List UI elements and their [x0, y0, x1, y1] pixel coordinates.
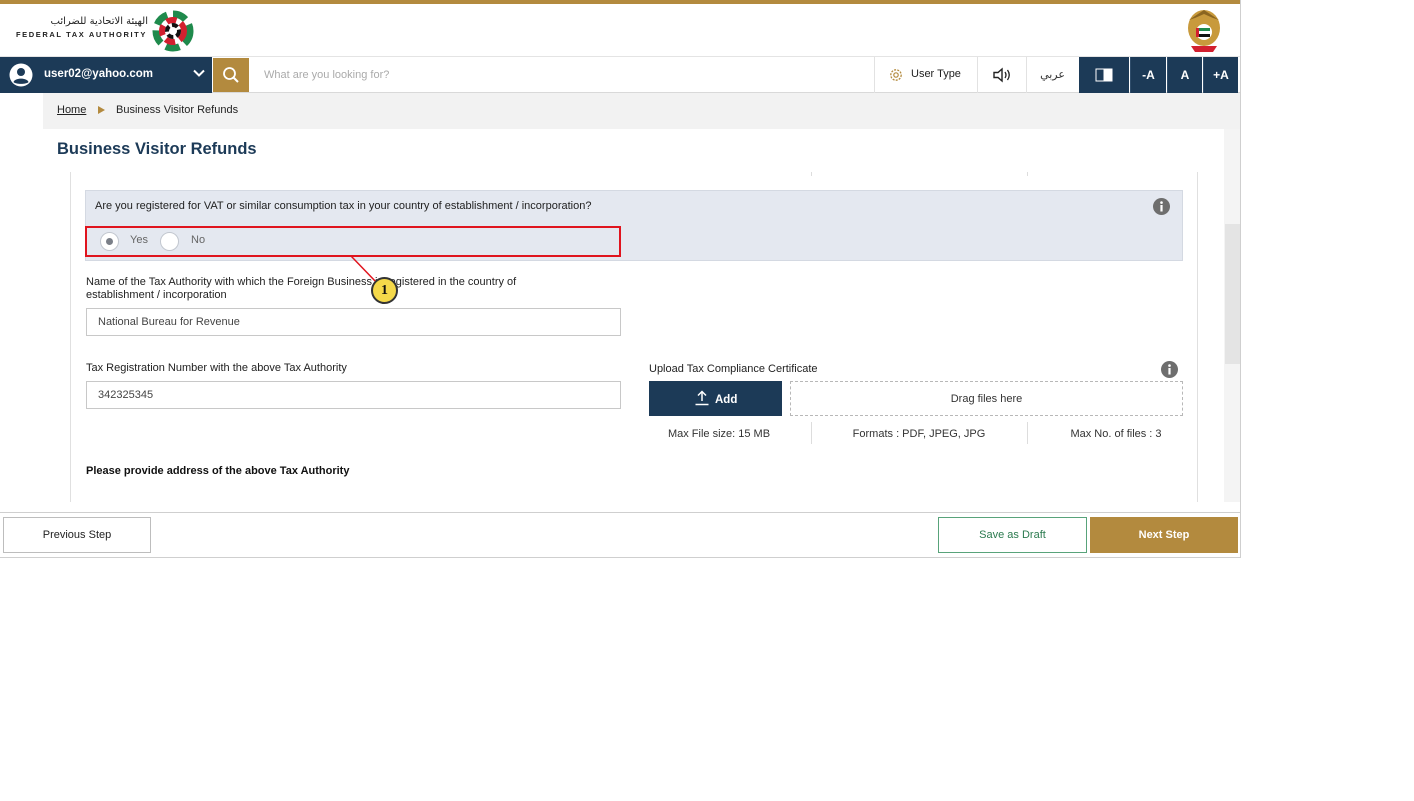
info-icon[interactable] [1161, 361, 1178, 378]
divider [811, 422, 812, 444]
fta-logo-icon[interactable] [150, 8, 196, 54]
annotation-highlight-box [85, 226, 621, 257]
tax-authority-name-input[interactable] [86, 308, 621, 336]
breadcrumb-current: Business Visitor Refunds [116, 104, 239, 116]
vat-question-text: Are you registered for VAT or similar co… [95, 200, 592, 212]
logo-header: الهيئة الاتحادية للضرائب FEDERAL TAX AUT… [0, 4, 1240, 57]
top-nav-bar: user02@yahoo.com User Type [0, 57, 1240, 93]
font-decrease-button[interactable]: -A [1130, 57, 1166, 93]
page-title: Business Visitor Refunds [57, 140, 257, 158]
chevron-down-icon[interactable] [192, 66, 206, 80]
info-icon[interactable] [1153, 198, 1170, 215]
allowed-formats: Formats : PDF, JPEG, JPG [852, 428, 986, 440]
logo-arabic-text: الهيئة الاتحادية للضرائب [50, 16, 148, 27]
contrast-icon [1095, 68, 1113, 82]
save-draft-button[interactable]: Save as Draft [938, 517, 1087, 553]
scrollbar-thumb[interactable] [1225, 224, 1240, 364]
search-icon [223, 67, 239, 83]
trn-input[interactable] [86, 381, 621, 409]
uae-emblem-icon [1188, 10, 1220, 52]
user-account-menu[interactable]: user02@yahoo.com [0, 57, 212, 93]
max-file-size: Max File size: 15 MB [667, 428, 771, 440]
breadcrumb-separator-icon [98, 106, 105, 114]
add-button-label: Add [715, 394, 738, 406]
next-step-button[interactable]: Next Step [1090, 517, 1238, 553]
address-section-heading: Please provide address of the above Tax … [86, 465, 350, 477]
divider [1027, 422, 1028, 444]
divider [811, 172, 812, 176]
user-avatar-icon [9, 63, 33, 87]
user-type-selector[interactable]: User Type [874, 57, 976, 93]
annotation-callout-badge: 1 [371, 277, 398, 304]
tax-authority-label: Name of the Tax Authority with which the… [86, 276, 517, 301]
fta-logo-text[interactable]: الهيئة الاتحادية للضرائب FEDERAL TAX AUT… [16, 16, 148, 39]
trn-label: Tax Registration Number with the above T… [86, 362, 347, 374]
speaker-icon [993, 67, 1010, 83]
upload-icon [695, 390, 709, 406]
font-normal-button[interactable]: A [1167, 57, 1202, 93]
form-footer: Previous Step Save as Draft Next Step [0, 512, 1240, 557]
upload-certificate-label: Upload Tax Compliance Certificate [649, 363, 818, 375]
previous-step-button[interactable]: Previous Step [3, 517, 151, 553]
contrast-toggle[interactable] [1079, 57, 1129, 93]
add-file-button[interactable]: Add [649, 381, 782, 416]
language-toggle[interactable]: عربي [1026, 57, 1078, 93]
user-email: user02@yahoo.com [44, 68, 154, 80]
app-window: الهيئة الاتحادية للضرائب FEDERAL TAX AUT… [0, 0, 1241, 558]
search-input[interactable] [252, 59, 872, 91]
gear-icon [890, 69, 902, 81]
user-type-label: User Type [911, 68, 961, 80]
search-button[interactable] [213, 58, 249, 92]
breadcrumb: Home Business Visitor Refunds [43, 93, 1240, 129]
divider [1027, 172, 1028, 176]
font-increase-button[interactable]: +A [1203, 57, 1238, 93]
logo-english-text: FEDERAL TAX AUTHORITY [16, 30, 147, 39]
form-content: Are you registered for VAT or similar co… [70, 172, 1198, 502]
text-to-speech-button[interactable] [977, 57, 1025, 93]
breadcrumb-home-link[interactable]: Home [57, 104, 86, 116]
max-files: Max No. of files : 3 [1070, 428, 1162, 440]
file-dropzone[interactable]: Drag files here [790, 381, 1183, 416]
